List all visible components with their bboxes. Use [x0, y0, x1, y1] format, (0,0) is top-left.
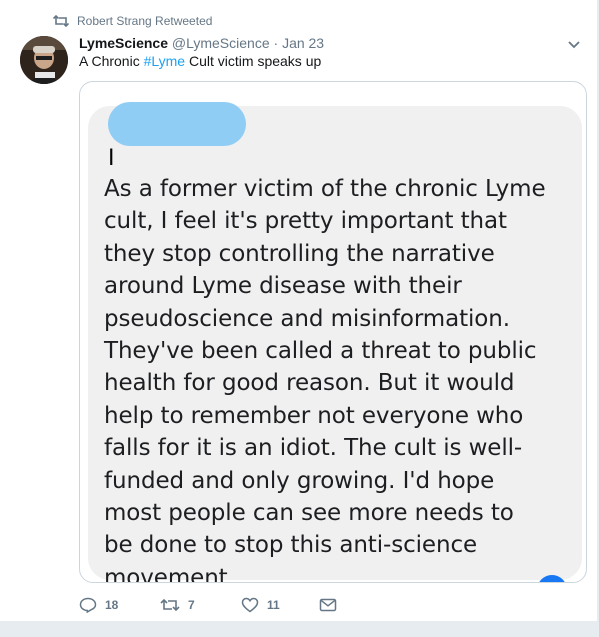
envelope-icon [319, 598, 337, 612]
reply-icon [79, 597, 97, 613]
retweet-button[interactable]: 7 [160, 597, 195, 613]
retweet-context-text[interactable]: Robert Strang Retweeted [77, 14, 212, 28]
retweet-context: Robert Strang Retweeted [53, 14, 212, 28]
tweet-text-before: A Chronic [79, 53, 144, 69]
message-line: cult, I feel it's pretty important that [104, 208, 507, 235]
message-text: As a former victim of the chronic Lyme c… [104, 173, 574, 583]
retweet-icon [53, 14, 69, 28]
message-line: falls for it is an idiot. The cult is we… [104, 435, 523, 462]
sender-name-initial: I [108, 146, 115, 171]
message-line: they stop controlling the narrative [104, 240, 495, 267]
retweet-count: 7 [188, 598, 195, 612]
tweet-card[interactable]: Robert Strang Retweeted LymeScience @Lym… [0, 0, 599, 637]
message-line: help to remember not everyone who [104, 402, 524, 429]
message-line: As a former victim of the chronic Lyme [104, 176, 546, 202]
tweet-actions: 18 7 11 [79, 597, 409, 617]
avatar-image [20, 36, 68, 84]
tweet-text-after: Cult victim speaks up [185, 53, 322, 69]
message-line: be done to stop this anti-science [104, 532, 478, 559]
tweet-media-image[interactable]: I As a former victim of the chronic Lyme… [79, 81, 587, 583]
like-count: 11 [267, 598, 280, 612]
message-line: health for good reason. But it would [104, 370, 515, 397]
chevron-down-icon[interactable] [567, 37, 581, 51]
message-line: movement. [104, 564, 235, 583]
message-line: They've been called a threat to public [104, 338, 537, 365]
author-name[interactable]: LymeScience [79, 35, 168, 51]
direct-message-button[interactable] [319, 597, 337, 613]
like-button[interactable]: 11 [241, 597, 280, 613]
avatar[interactable] [20, 36, 68, 84]
tweet-header: LymeScience @LymeScience · Jan 23 [79, 35, 324, 51]
message-line: funded and only growing. I'd hope [104, 467, 495, 494]
heart-icon [241, 597, 259, 613]
message-bubble: I As a former victim of the chronic Lyme… [88, 106, 582, 583]
tweet-date[interactable]: Jan 23 [282, 35, 324, 51]
hashtag-link[interactable]: #Lyme [144, 53, 186, 69]
retweet-icon [160, 598, 180, 612]
message-line: pseudoscience and misinformation. [104, 305, 510, 332]
reply-button[interactable]: 18 [79, 597, 118, 613]
redaction-blob [108, 102, 246, 146]
message-line: around Lyme disease with their [104, 273, 462, 300]
header-separator: · [273, 35, 279, 51]
message-line: most people can see more needs to [104, 500, 514, 527]
tweet-text: A Chronic #Lyme Cult victim speaks up [79, 53, 321, 69]
frame-border-bottom [0, 621, 599, 637]
reply-count: 18 [105, 598, 119, 612]
author-handle[interactable]: @LymeScience [172, 35, 270, 51]
